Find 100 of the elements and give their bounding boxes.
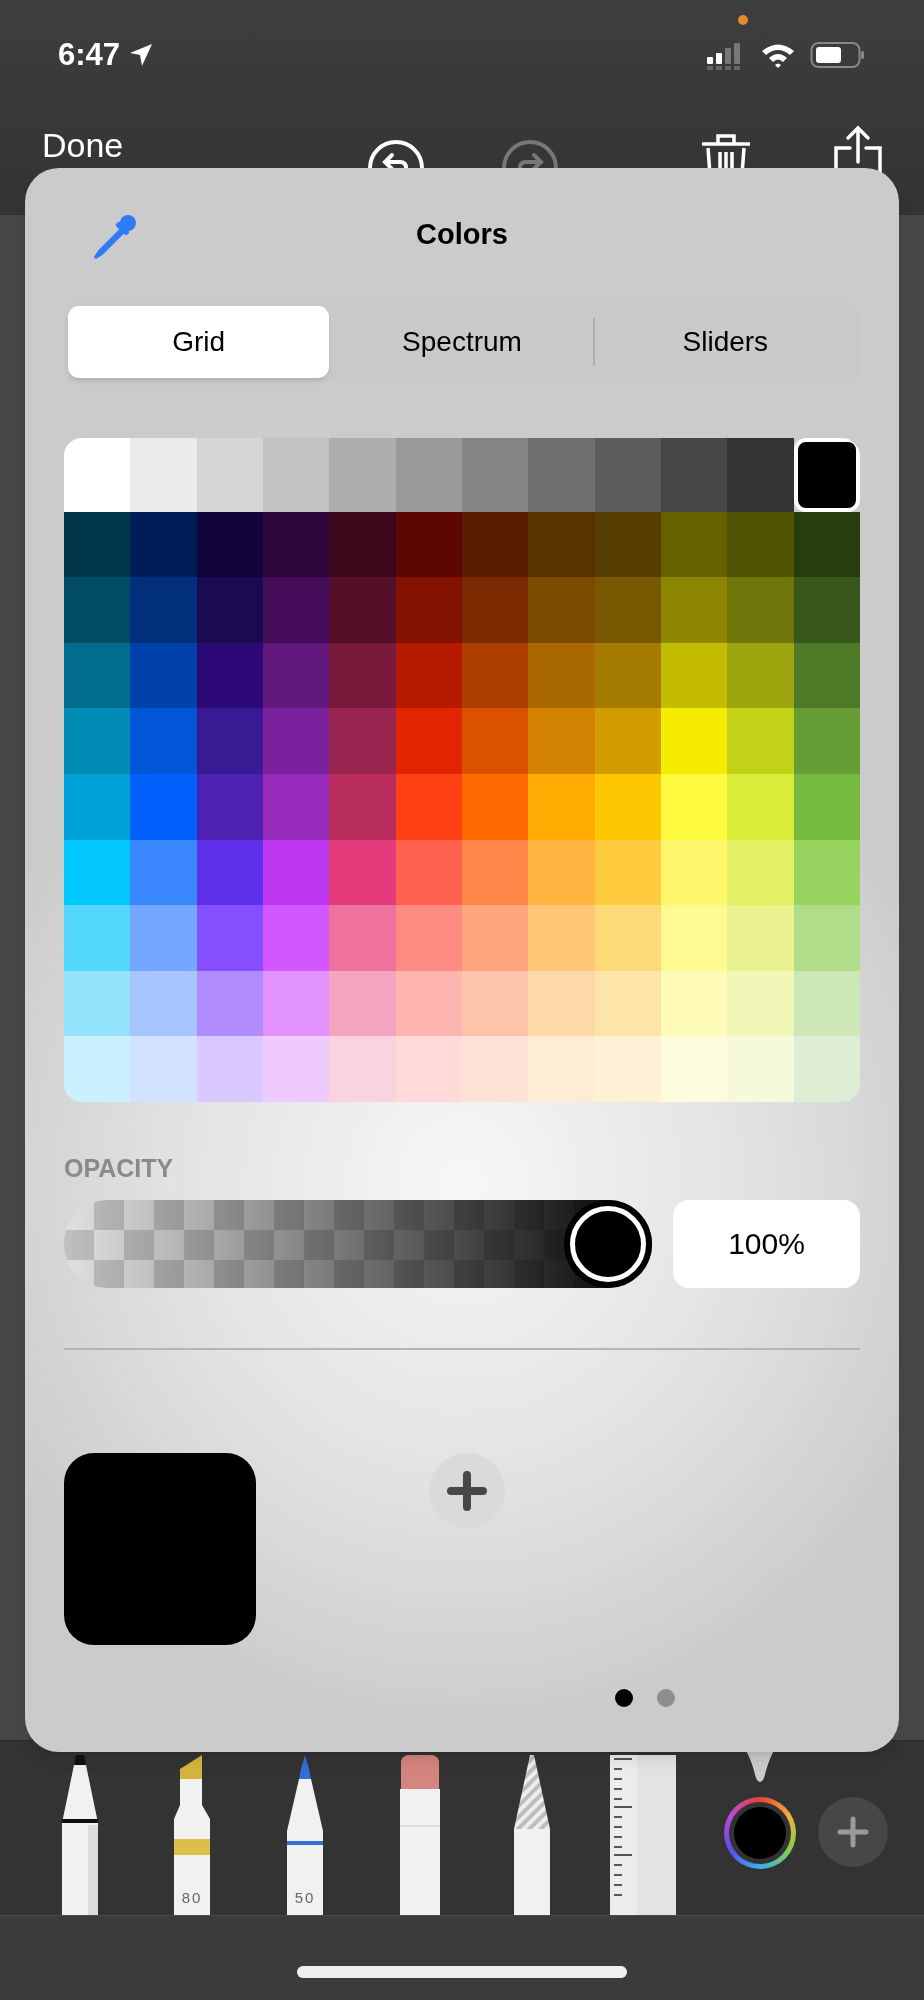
color-swatch[interactable] [793,773,860,840]
color-swatch[interactable] [196,905,263,971]
color-swatch[interactable] [329,511,396,578]
opacity-value-field[interactable]: 100% [673,1199,860,1288]
color-swatch[interactable] [661,905,728,971]
color-swatch[interactable] [395,577,462,643]
ruler-tool[interactable] [610,1755,676,1915]
color-swatch[interactable] [594,970,661,1037]
color-swatch[interactable] [594,1036,661,1102]
color-swatch[interactable] [130,438,197,512]
color-swatch[interactable] [263,970,330,1037]
eyedropper-icon[interactable] [92,213,138,259]
color-swatch[interactable] [130,511,197,578]
color-swatch[interactable] [462,970,529,1037]
color-swatch[interactable] [329,642,396,709]
color-swatch[interactable] [727,905,794,971]
color-swatch[interactable] [462,511,529,578]
color-swatch[interactable] [64,773,131,840]
color-swatch[interactable] [64,511,131,578]
color-swatch[interactable] [661,1036,728,1102]
color-swatch[interactable] [64,1036,131,1102]
color-swatch[interactable] [329,708,396,774]
color-swatch[interactable] [64,970,131,1037]
color-swatch[interactable] [329,905,396,971]
color-swatch[interactable] [462,1036,529,1102]
color-swatch[interactable] [528,1036,595,1102]
color-swatch[interactable] [196,642,263,709]
color-swatch[interactable] [263,511,330,578]
color-swatch[interactable] [793,642,860,709]
color-swatch[interactable] [130,1036,197,1102]
color-swatch[interactable] [528,642,595,709]
color-swatch[interactable] [793,577,860,643]
color-swatch[interactable] [196,970,263,1037]
color-swatch[interactable] [661,511,728,578]
color-swatch[interactable] [395,839,462,906]
color-swatch[interactable] [594,773,661,840]
color-swatch[interactable] [263,577,330,643]
color-swatch[interactable] [130,708,197,774]
color-swatch[interactable] [727,438,794,512]
segment-tab[interactable]: Grid [68,306,330,378]
color-swatch[interactable] [727,970,794,1037]
color-swatch[interactable] [528,839,595,906]
color-swatch[interactable] [594,708,661,774]
segment-tab[interactable]: Sliders [594,306,856,378]
color-swatch[interactable] [793,438,860,512]
color-swatch[interactable] [64,642,131,709]
color-swatch[interactable] [196,708,263,774]
color-swatch[interactable] [661,839,728,906]
color-swatch[interactable] [263,773,330,840]
color-swatch[interactable] [594,577,661,643]
color-swatch[interactable] [64,839,131,906]
color-swatch[interactable] [130,773,197,840]
color-swatch[interactable] [727,577,794,643]
color-swatch[interactable] [793,839,860,906]
color-swatch[interactable] [130,905,197,971]
color-swatch[interactable] [64,438,131,512]
color-swatch[interactable] [661,970,728,1037]
color-swatch[interactable] [329,970,396,1037]
color-swatch[interactable] [64,905,131,971]
color-swatch[interactable] [661,773,728,840]
color-swatch[interactable] [263,905,330,971]
color-swatch[interactable] [196,773,263,840]
color-swatch[interactable] [395,511,462,578]
color-swatch[interactable] [727,642,794,709]
color-swatch[interactable] [395,438,462,512]
color-swatch[interactable] [395,1036,462,1102]
color-swatch[interactable] [263,642,330,709]
color-swatch[interactable] [395,708,462,774]
color-swatch[interactable] [329,577,396,643]
color-swatch[interactable] [196,1036,263,1102]
color-swatch[interactable] [661,438,728,512]
color-swatch[interactable] [793,511,860,578]
color-swatch[interactable] [661,577,728,643]
color-swatch[interactable] [329,839,396,906]
color-swatch[interactable] [528,970,595,1037]
color-swatch[interactable] [661,708,728,774]
color-swatch[interactable] [727,773,794,840]
color-swatch[interactable] [130,970,197,1037]
color-swatch[interactable] [263,1036,330,1102]
color-swatch[interactable] [793,708,860,774]
color-swatch[interactable] [462,905,529,971]
color-swatch[interactable] [329,438,396,512]
color-swatch[interactable] [196,577,263,643]
color-swatch[interactable] [793,905,860,971]
color-swatch[interactable] [462,708,529,774]
color-swatch[interactable] [727,839,794,906]
color-swatch[interactable] [793,970,860,1037]
color-swatch[interactable] [64,577,131,643]
eraser-tool[interactable] [398,1755,442,1915]
current-color-swatch[interactable] [64,1452,256,1645]
segment-tab[interactable]: Spectrum [331,306,593,378]
color-swatch[interactable] [64,708,131,774]
color-swatch[interactable] [594,839,661,906]
color-swatch[interactable] [462,773,529,840]
color-swatch[interactable] [528,438,595,512]
color-swatch[interactable] [395,905,462,971]
color-swatch[interactable] [462,642,529,709]
color-swatch[interactable] [528,511,595,578]
color-swatch[interactable] [793,1036,860,1102]
color-swatch[interactable] [263,438,330,512]
